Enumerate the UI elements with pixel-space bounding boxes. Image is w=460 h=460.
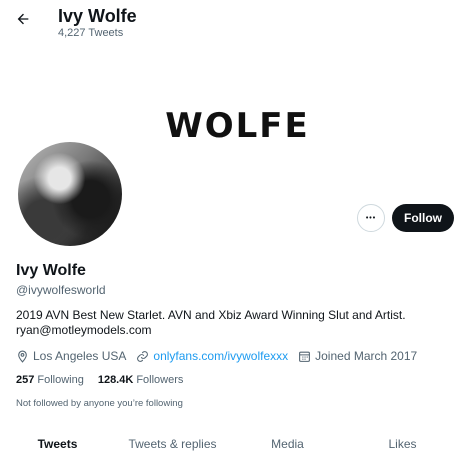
followers-label: Followers: [136, 374, 184, 386]
following-count: 257: [16, 374, 35, 386]
bio-email: ryan@motleymodels.com: [16, 323, 152, 337]
location-pin-icon: [18, 350, 27, 363]
tab-likes[interactable]: Likes: [345, 428, 460, 460]
location-item: Los Angeles USA: [16, 349, 126, 363]
website-item: onlyfans.com/ivywolfexxx: [136, 349, 288, 363]
calendar-icon: [299, 351, 311, 362]
follow-stats: 257 Following 128.4K Followers: [16, 374, 197, 386]
tab-media[interactable]: Media: [230, 428, 345, 460]
follow-button[interactable]: Follow: [392, 204, 454, 232]
profile-bio: 2019 AVN Best New Starlet. AVN and Xbiz …: [16, 308, 446, 338]
more-horizontal-icon: •••: [365, 214, 377, 222]
followers-link[interactable]: 128.4K Followers: [98, 374, 184, 386]
bio-line: 2019 AVN Best New Starlet. AVN and Xbiz …: [16, 308, 406, 322]
profile-name: Ivy Wolfe: [16, 262, 86, 279]
followers-count: 128.4K: [97, 374, 134, 386]
back-button[interactable]: [10, 6, 36, 32]
following-label: Following: [37, 374, 84, 386]
link-icon: [137, 350, 149, 362]
website-link[interactable]: onlyfans.com/ivywolfexxx: [153, 349, 288, 363]
profile-tabs: Tweets Tweets & replies Media Likes: [0, 428, 460, 460]
following-link[interactable]: 257 Following: [16, 374, 84, 386]
profile-meta: Los Angeles USA onlyfans.com/ivywolfexxx…: [16, 348, 427, 364]
not-followed-notice: Not followed by anyone you’re following: [16, 398, 183, 409]
profile-handle: @ivywolfesworld: [16, 283, 106, 297]
avatar[interactable]: [14, 138, 126, 250]
profile-header: Ivy Wolfe 4,227 Tweets: [0, 0, 460, 46]
tweet-count: 4,227 Tweets: [58, 27, 124, 39]
arrow-left-icon: [17, 13, 29, 25]
more-options-button[interactable]: •••: [357, 204, 385, 232]
tab-tweets[interactable]: Tweets: [0, 428, 115, 460]
location-text: Los Angeles USA: [33, 349, 127, 363]
header-title: Ivy Wolfe: [58, 6, 137, 26]
joined-text: Joined March 2017: [315, 349, 418, 363]
joined-item: Joined March 2017: [298, 349, 417, 363]
tab-tweets-replies[interactable]: Tweets & replies: [115, 428, 230, 460]
